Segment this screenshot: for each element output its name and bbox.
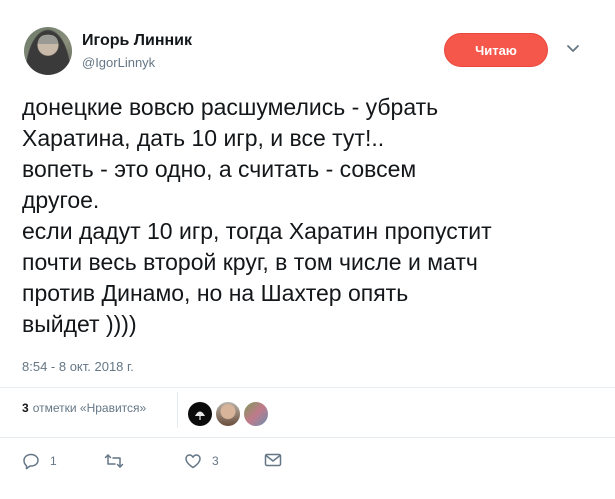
likes-label: отметки «Нравится»: [32, 401, 147, 415]
divider: [0, 437, 615, 438]
author-handle[interactable]: @IgorLinnyk: [82, 55, 155, 70]
retweet-icon: [104, 454, 124, 468]
author-avatar[interactable]: [24, 27, 72, 75]
direct-message-button[interactable]: [264, 452, 282, 468]
vertical-divider: [177, 392, 178, 428]
direct-message-icon: [264, 453, 282, 467]
liker-avatar[interactable]: [216, 402, 240, 426]
like-count: 3: [212, 454, 219, 468]
reply-count: 1: [50, 454, 57, 468]
reply-button[interactable]: 1: [22, 452, 57, 470]
like-button[interactable]: 3: [184, 452, 219, 470]
liker-avatar[interactable]: [188, 402, 212, 426]
likes-count: 3: [22, 401, 29, 415]
author-name[interactable]: Игорь Линник: [82, 32, 192, 50]
tweet-timestamp[interactable]: 8:54 - 8 окт. 2018 г.: [22, 359, 134, 374]
retweet-button[interactable]: [104, 452, 134, 470]
tweet-text: донецкие вовсю расшумелись - убрать Хара…: [22, 94, 492, 337]
following-button[interactable]: Читаю: [444, 33, 548, 67]
reply-icon: [23, 453, 39, 470]
liker-avatar[interactable]: [244, 402, 268, 426]
divider: [0, 387, 615, 388]
heart-icon: [185, 454, 201, 469]
chevron-down-icon[interactable]: [566, 44, 580, 54]
likes-summary[interactable]: 3 отметки «Нравится»: [22, 401, 146, 415]
